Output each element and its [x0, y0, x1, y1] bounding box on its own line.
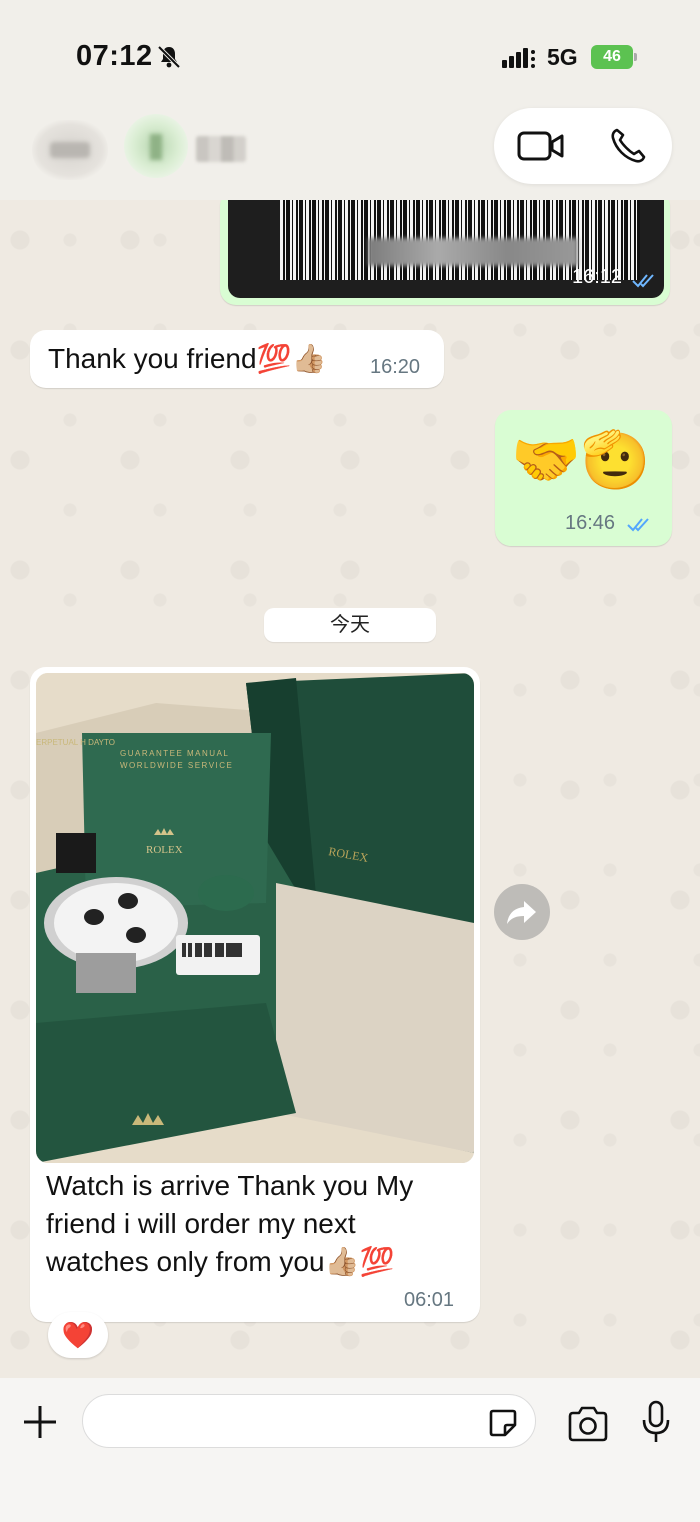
sticker-icon[interactable]: [487, 1407, 519, 1439]
voice-call-icon[interactable]: [608, 126, 648, 166]
clock: 07:12: [76, 40, 153, 72]
message-text: Thank you friend💯👍🏼: [48, 342, 327, 375]
photo-content: ROLEX GUARANTEE MANUAL WORLDWIDE SERVICE…: [36, 673, 474, 1163]
read-ticks-icon: [632, 274, 654, 288]
message-outgoing-emoji[interactable]: 🤝🫡 16:46: [495, 410, 672, 546]
message-time: 16:12: [572, 266, 623, 288]
battery-icon: 46: [591, 45, 637, 69]
forward-button[interactable]: [494, 884, 550, 940]
read-ticks-icon: [627, 518, 649, 532]
manual-brand: ROLEX: [146, 844, 183, 856]
message-incoming-text[interactable]: Thank you friend💯👍🏼 16:20: [30, 330, 444, 388]
message-caption: Watch is arrive Thank you My friend i wi…: [46, 1170, 414, 1278]
message-time: 06:01: [404, 1289, 455, 1311]
message-outgoing-image[interactable]: 16:12: [220, 190, 670, 305]
manual-subtitle: WORLDWIDE SERVICE: [120, 761, 233, 770]
microphone-icon[interactable]: [640, 1400, 672, 1444]
forward-icon: [507, 901, 536, 924]
manual-title: GUARANTEE MANUAL: [120, 749, 229, 758]
box-side-text: ERPETUAL H DAYTO: [36, 738, 115, 747]
message-input[interactable]: [82, 1394, 536, 1448]
plus-icon[interactable]: [22, 1404, 58, 1440]
heart-reaction-icon: ❤️: [61, 1321, 95, 1351]
contact-name[interactable]: [196, 136, 246, 162]
message-time: 16:20: [370, 356, 421, 378]
message-time: 16:46: [565, 512, 616, 534]
date-divider: 今天: [264, 608, 436, 642]
barcode-image[interactable]: 16:12: [228, 190, 664, 298]
signal-icon: [502, 48, 535, 68]
bell-off-icon: [157, 45, 181, 69]
reaction-badge[interactable]: ❤️: [48, 1312, 108, 1358]
avatar[interactable]: [124, 114, 188, 178]
message-incoming-image[interactable]: ROLEX GUARANTEE MANUAL WORLDWIDE SERVICE…: [30, 667, 480, 1322]
video-call-icon[interactable]: [516, 128, 566, 164]
message-emoji: 🤝🫡: [511, 428, 651, 493]
message-emoji: 💯👍🏼: [256, 342, 327, 375]
status-bar: 07:12 5G 46: [0, 0, 700, 100]
network-type: 5G: [547, 44, 578, 70]
battery-level: 46: [591, 45, 633, 69]
blurred-serial: [368, 238, 578, 266]
camera-icon[interactable]: [566, 1406, 610, 1442]
back-button[interactable]: [32, 120, 108, 180]
call-buttons: [494, 108, 672, 184]
rolex-box-photo[interactable]: ROLEX GUARANTEE MANUAL WORLDWIDE SERVICE…: [36, 673, 474, 1163]
chat-header: [0, 100, 700, 200]
caption-emoji: 👍🏼💯: [324, 1245, 395, 1278]
message-composer: [0, 1378, 700, 1522]
